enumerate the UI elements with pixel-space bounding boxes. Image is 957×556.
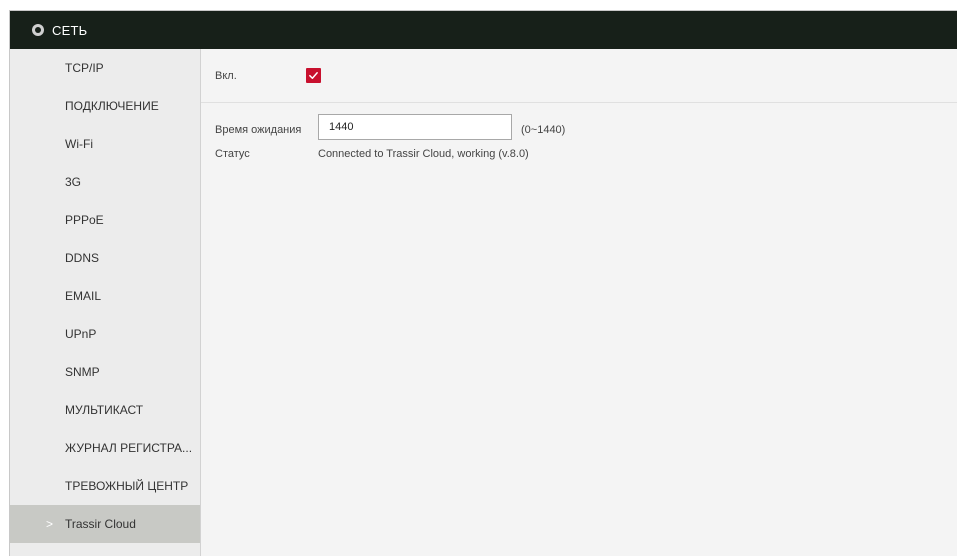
sidebar-item-label: ЖУРНАЛ РЕГИСТРА... — [65, 441, 193, 455]
sidebar-item-label: SNMP — [65, 365, 100, 379]
sidebar-item-label: Wi-Fi — [65, 137, 93, 151]
timeout-input[interactable] — [318, 114, 512, 140]
globe-icon — [32, 24, 44, 36]
sidebar-item-label: ПОДКЛЮЧЕНИЕ — [65, 99, 159, 113]
checkmark-icon — [309, 72, 318, 79]
status-label: Статус — [215, 148, 250, 160]
settings-panel: Вкл. Время ожидания (0~1440) Статус Conn… — [201, 49, 957, 556]
window-frame: СЕТЬ TCP/IP ПОДКЛЮЧЕНИЕ Wi-Fi 3G PPPoE D… — [9, 10, 957, 556]
sidebar-item-label: PPPoE — [65, 213, 104, 227]
sidebar-item-alarm-center[interactable]: ТРЕВОЖНЫЙ ЦЕНТР — [10, 467, 200, 505]
sidebar-item-registration-log[interactable]: ЖУРНАЛ РЕГИСТРА... — [10, 429, 200, 467]
sidebar-item-trassir-cloud[interactable]: > Trassir Cloud — [10, 505, 200, 543]
sidebar-item-3g[interactable]: 3G — [10, 163, 200, 201]
timeout-row: Время ожидания (0~1440) — [201, 113, 957, 148]
sidebar-item-wifi[interactable]: Wi-Fi — [10, 125, 200, 163]
enable-label: Вкл. — [215, 69, 237, 82]
sidebar-item-label: EMAIL — [65, 289, 102, 303]
sidebar-item-upnp[interactable]: UPnP — [10, 315, 200, 353]
sidebar-item-multicast[interactable]: МУЛЬТИКАСТ — [10, 391, 200, 429]
sidebar-item-label: МУЛЬТИКАСТ — [65, 403, 144, 417]
sidebar-item-label: TCP/IP — [65, 61, 104, 75]
sidebar-item-label: Trassir Cloud — [65, 517, 136, 531]
page-title: СЕТЬ — [52, 22, 88, 38]
sidebar-item-connection[interactable]: ПОДКЛЮЧЕНИЕ — [10, 87, 200, 125]
sidebar-item-tcpip[interactable]: TCP/IP — [10, 49, 200, 87]
timeout-label: Время ожидания — [215, 124, 302, 136]
sidebar-item-ddns[interactable]: DDNS — [10, 239, 200, 277]
sidebar-item-email[interactable]: EMAIL — [10, 277, 200, 315]
enable-row: Вкл. — [201, 49, 957, 103]
chevron-right-icon: > — [46, 517, 54, 531]
title-bar: СЕТЬ — [10, 11, 957, 49]
sidebar: TCP/IP ПОДКЛЮЧЕНИЕ Wi-Fi 3G PPPoE DDNS E… — [10, 49, 201, 556]
sidebar-item-label: ТРЕВОЖНЫЙ ЦЕНТР — [65, 479, 189, 493]
status-row: Статус Connected to Trassir Cloud, worki… — [201, 148, 957, 168]
sidebar-item-label: UPnP — [65, 327, 97, 341]
sidebar-item-pppoe[interactable]: PPPoE — [10, 201, 200, 239]
enable-checkbox[interactable] — [306, 68, 321, 83]
sidebar-item-label: DDNS — [65, 251, 100, 265]
status-value: Connected to Trassir Cloud, working (v.8… — [318, 148, 529, 160]
timeout-range-hint: (0~1440) — [521, 124, 566, 136]
sidebar-item-label: 3G — [65, 175, 82, 189]
sidebar-item-snmp[interactable]: SNMP — [10, 353, 200, 391]
